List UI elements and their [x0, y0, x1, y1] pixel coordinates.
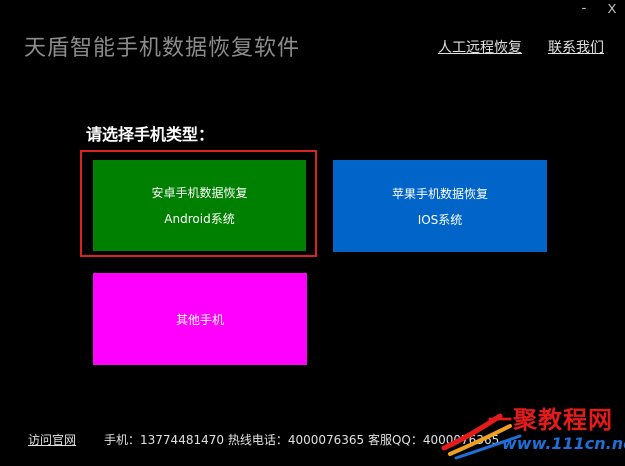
ios-recovery-tile[interactable]: 苹果手机数据恢复 IOS系统 [333, 160, 547, 252]
android-tile-subtitle: Android系统 [164, 212, 235, 226]
ios-tile-title: 苹果手机数据恢复 [391, 186, 488, 201]
remote-recovery-link[interactable]: 人工远程恢复 [438, 37, 522, 57]
minimize-button[interactable]: - [576, 0, 592, 18]
visit-website-link[interactable]: 访问官网 [28, 433, 76, 447]
ios-tile-subtitle: IOS系统 [417, 212, 463, 227]
watermark-url: www.111cn.net [502, 434, 625, 453]
app-window: - X 天盾智能手机数据恢复软件 人工远程恢复 联系我们 请选择手机类型： 安卓… [0, 0, 625, 466]
android-tile-title: 安卓手机数据恢复 [151, 186, 248, 200]
app-title: 天盾智能手机数据恢复软件 [24, 36, 301, 61]
other-tile-title: 其他手机 [175, 312, 224, 327]
contact-us-link[interactable]: 联系我们 [548, 37, 604, 57]
watermark-logo: 一聚教程网 www.111cn.net [440, 396, 625, 462]
watermark-brand: 一聚教程网 [488, 405, 613, 434]
footer: 访问官网 手机：13774481470 热线电话：4000076365 客服QQ：… [28, 431, 499, 448]
other-phone-tile[interactable]: 其他手机 [93, 273, 307, 365]
select-phone-type-prompt: 请选择手机类型： [86, 125, 215, 144]
close-button[interactable]: X [604, 0, 620, 18]
android-recovery-tile[interactable]: 安卓手机数据恢复 Android系统 [93, 160, 306, 251]
